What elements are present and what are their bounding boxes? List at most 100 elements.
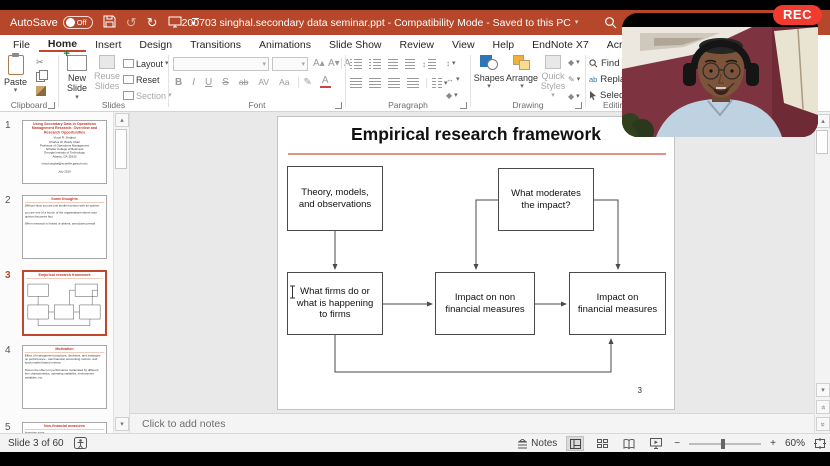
fit-slide-to-window-icon[interactable] [814, 438, 826, 449]
paste-caret-icon[interactable]: ▾ [14, 87, 18, 94]
next-slide-icon[interactable]: » [816, 417, 830, 431]
slide-title[interactable]: Empirical research framework [278, 124, 674, 145]
save-icon[interactable] [103, 15, 116, 30]
zoom-out-button[interactable]: − [674, 438, 680, 449]
highlight-button[interactable]: ✎ [298, 77, 314, 88]
tab-slide-show[interactable]: Slide Show [320, 35, 391, 52]
outdent-icon[interactable] [388, 59, 398, 69]
text-direction-icon[interactable]: ↕▾ [446, 57, 460, 70]
align-text-icon[interactable]: ↔▾ [446, 73, 460, 86]
thumb2-body: Without facts you are just another perso… [25, 204, 104, 226]
tab-help[interactable]: Help [484, 35, 524, 52]
slide-thumbnail-4[interactable]: Motivation Effect of management practice… [22, 345, 107, 409]
scrollbar-thumb[interactable] [816, 130, 828, 154]
line-spacing-icon[interactable]: ↕ [422, 59, 436, 69]
accessibility-icon[interactable] [74, 437, 87, 449]
paste-button[interactable]: Paste ▾ [4, 55, 27, 94]
tab-review[interactable]: Review [391, 35, 443, 52]
vertical-scrollbar[interactable]: ▴ ▾ » » [814, 112, 830, 433]
layout-button[interactable]: Layout▾ [123, 57, 172, 70]
previous-slide-icon[interactable]: » [816, 400, 830, 414]
slide-thumbnail-2[interactable]: Some thoughts Without facts you are just… [22, 195, 107, 259]
slide-thumbnail-5[interactable]: Non-financial measures Inventory turns [22, 422, 107, 433]
slide-editing-area[interactable]: Empirical research framework Theory, mod… [130, 112, 814, 413]
tab-insert[interactable]: Insert [86, 35, 130, 52]
scroll-up-icon[interactable]: ▴ [816, 114, 830, 128]
box-theory-models[interactable]: Theory, models, and observations [287, 166, 383, 231]
align-right-icon[interactable] [388, 78, 400, 88]
arrange-button[interactable]: Arrange ▾ [505, 55, 539, 90]
tab-transitions[interactable]: Transitions [181, 35, 250, 52]
view-normal-button[interactable] [566, 436, 584, 451]
autosave-toggle[interactable]: AutoSave Off [10, 16, 93, 29]
font-size-combo[interactable]: ▾ [272, 57, 308, 71]
slide-thumbnail-1[interactable]: Using Secondary Data in Operations Manag… [22, 120, 107, 184]
box-impact-nonfinancial[interactable]: Impact on non financial measures [435, 272, 535, 335]
shape-fill-icon[interactable]: ◆▾ [568, 56, 580, 69]
tab-endnote[interactable]: EndNote X7 [523, 35, 598, 52]
cut-icon[interactable]: ✂ [36, 57, 46, 68]
box-impact-financial[interactable]: Impact on financial measures [569, 272, 666, 335]
thumbnail-scrollbar[interactable]: ▴ ▾ [113, 112, 129, 433]
drawing-dialog-launcher-icon[interactable] [575, 102, 582, 109]
view-reading-button[interactable] [620, 436, 638, 451]
title-caret-icon[interactable]: ▾ [575, 19, 579, 26]
slide-thumbnail-3-selected[interactable]: Empirical research framework [22, 270, 107, 336]
align-center-icon[interactable] [369, 78, 381, 88]
align-left-icon[interactable] [350, 78, 362, 88]
reset-button[interactable]: Reset [123, 73, 172, 86]
qat-customize-icon[interactable]: ▾ [192, 18, 199, 28]
new-slide-button[interactable]: + New Slide ▾ [62, 55, 92, 101]
shape-outline-icon[interactable]: ✎▾ [568, 73, 580, 86]
zoom-slider-thumb[interactable] [721, 439, 725, 449]
notes-placeholder[interactable]: Click to add notes [142, 418, 225, 430]
present-icon[interactable] [168, 16, 182, 30]
slide-canvas[interactable]: Empirical research framework Theory, mod… [277, 116, 675, 410]
italic-button[interactable]: I [190, 77, 197, 88]
notes-pane[interactable]: Click to add notes [130, 413, 814, 433]
format-painter-icon[interactable] [36, 86, 46, 96]
thumb1-body: Vinod R. Singhal Charles W. Brady Chair … [25, 137, 104, 174]
scroll-down-icon[interactable]: ▾ [115, 417, 129, 431]
zoom-level[interactable]: 60% [785, 438, 805, 449]
char-spacing-icon[interactable]: AV [256, 77, 271, 87]
redo-icon[interactable]: ↻ [147, 16, 158, 29]
clipboard-dialog-launcher-icon[interactable] [48, 102, 55, 109]
shapes-button[interactable]: Shapes ▾ [473, 55, 505, 90]
font-dialog-launcher-icon[interactable] [335, 102, 342, 109]
search-icon[interactable] [600, 13, 620, 32]
webcam-overlay[interactable] [622, 13, 818, 137]
font-color-button[interactable]: A [320, 76, 331, 88]
change-case-icon[interactable]: Aa [277, 77, 291, 87]
bold-button[interactable]: B [173, 77, 184, 88]
numbering-icon[interactable] [369, 59, 381, 69]
zoom-in-button[interactable]: + [770, 438, 776, 449]
autosave-pill[interactable]: Off [63, 16, 93, 29]
view-slideshow-button[interactable] [647, 436, 665, 451]
scroll-up-icon[interactable]: ▴ [115, 113, 129, 127]
shrink-font-icon: A▾ [326, 58, 342, 69]
font-name-combo[interactable]: ▾ [173, 57, 269, 71]
layout-icon [123, 59, 134, 68]
justify-icon[interactable] [407, 78, 419, 88]
thumb4-title: Motivation [25, 347, 104, 352]
zoom-slider[interactable] [689, 443, 761, 445]
tab-file[interactable]: File [4, 35, 39, 52]
text-shadow-icon[interactable]: ab [237, 77, 250, 87]
scrollbar-thumb[interactable] [115, 129, 127, 169]
indent-icon[interactable] [405, 59, 415, 69]
bullets-icon[interactable] [350, 59, 362, 69]
tab-view[interactable]: View [443, 35, 484, 52]
columns-icon[interactable]: ▾ [426, 78, 448, 88]
box-what-moderates[interactable]: What moderates the impact? [498, 168, 594, 231]
notes-toggle-button[interactable]: Notes [517, 438, 557, 449]
scroll-down-icon[interactable]: ▾ [816, 383, 830, 397]
box-what-firms-do[interactable]: What firms do or what is happening to fi… [287, 272, 383, 335]
view-slide-sorter-button[interactable] [593, 436, 611, 451]
tab-animations[interactable]: Animations [250, 35, 320, 52]
strikethrough-button[interactable]: S [220, 77, 231, 88]
underline-button[interactable]: U [203, 77, 214, 88]
copy-icon[interactable] [36, 72, 45, 82]
paragraph-dialog-launcher-icon[interactable] [460, 102, 467, 109]
tab-design[interactable]: Design [130, 35, 181, 52]
